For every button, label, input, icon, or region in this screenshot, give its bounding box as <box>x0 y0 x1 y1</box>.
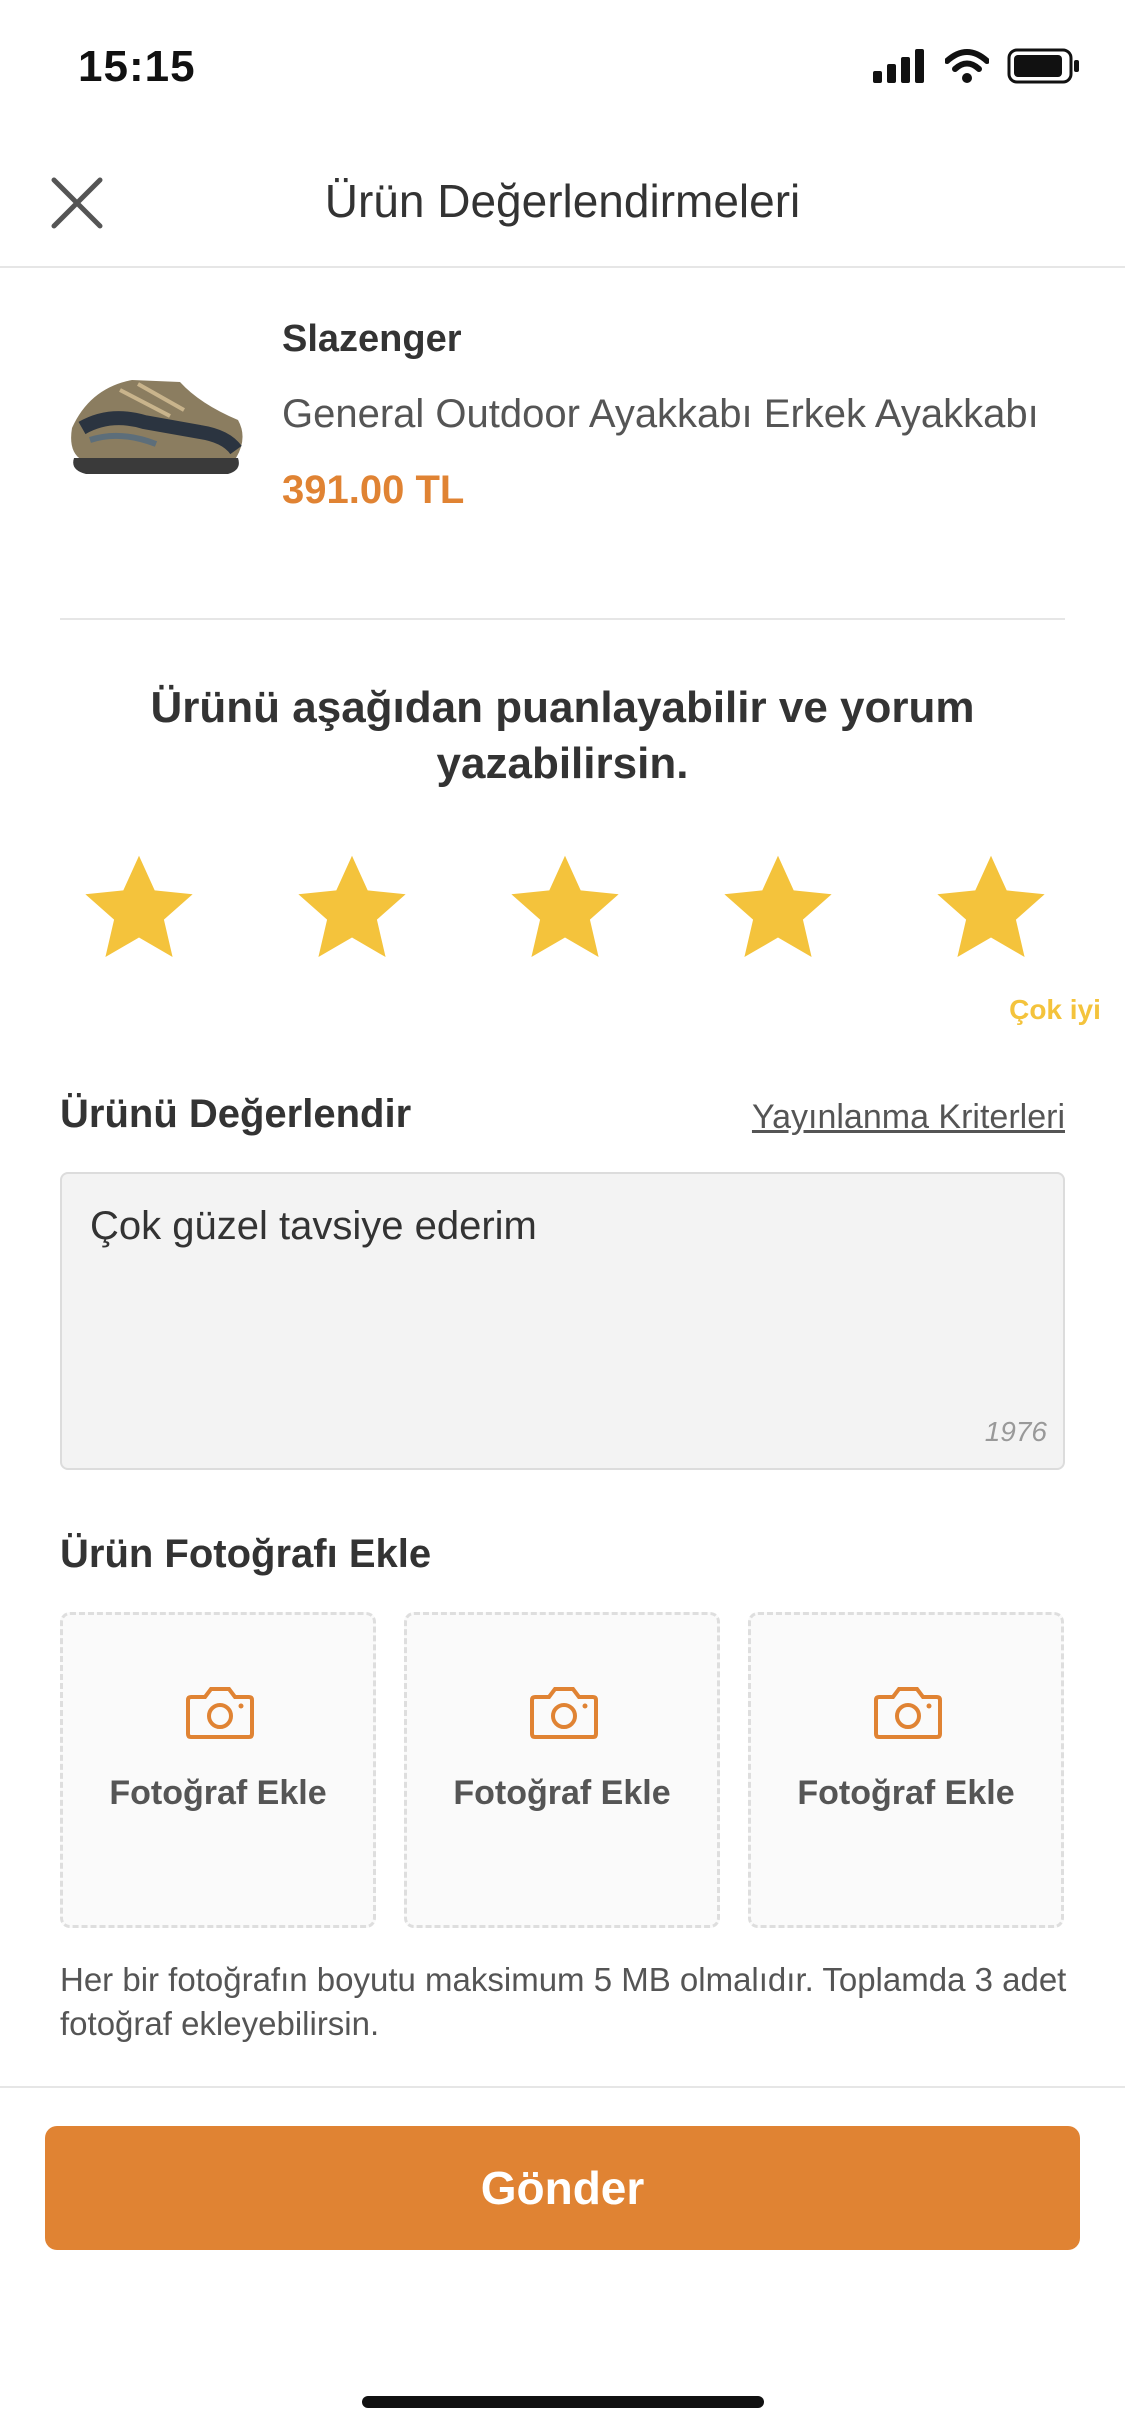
divider <box>0 2086 1125 2088</box>
product-image <box>60 360 250 490</box>
star-icon <box>511 855 619 958</box>
review-screen: 15:15 Ürün Değerlendirmeleri Slazenger G… <box>0 0 1125 2436</box>
rating-prompt: Ürünü aşağıdan puanlayabilir ve yorum ya… <box>150 683 975 788</box>
star-5-button[interactable] <box>926 846 1056 976</box>
camera-icon <box>874 1687 942 1739</box>
status-time: 15:15 <box>78 42 196 91</box>
star-2-button[interactable] <box>287 846 417 976</box>
star-icon <box>937 855 1045 958</box>
star-1-button[interactable] <box>74 846 204 976</box>
status-icons <box>873 48 1081 89</box>
page-title: Ürün Değerlendirmeleri <box>324 175 801 227</box>
navigation-header: Ürün Değerlendirmeleri <box>0 140 1125 268</box>
product-summary: Slazenger General Outdoor Ayakkabı Erkek… <box>60 300 1065 620</box>
status-bar: 15:15 <box>0 0 1125 140</box>
star-3-button[interactable] <box>500 846 630 976</box>
star-rating: Çok iyi <box>60 846 1101 1025</box>
photo-size-hint: Her bir fotoğrafın boyutu maksimum 5 MB … <box>60 1961 1067 2042</box>
add-photo-button-2[interactable]: Fotoğraf Ekle <box>404 1612 720 1928</box>
add-photo-button-1[interactable]: Fotoğraf Ekle <box>60 1612 376 1928</box>
wifi-icon <box>944 49 990 88</box>
battery-icon <box>1007 48 1081 89</box>
star-icon <box>724 855 832 958</box>
home-indicator <box>362 2396 764 2408</box>
product-price: 391.00 TL <box>282 468 465 512</box>
camera-icon <box>186 1687 254 1739</box>
rating-caption: Çok iyi <box>1009 994 1101 1025</box>
add-photo-button-3[interactable]: Fotoğraf Ekle <box>748 1612 1064 1928</box>
add-photo-label: Fotoğraf Ekle <box>797 1774 1015 1812</box>
divider <box>60 618 1065 620</box>
camera-icon <box>530 1687 598 1739</box>
review-text: Çok güzel tavsiye ederim <box>90 1204 537 1248</box>
character-counter: 1976 <box>984 1416 1047 1447</box>
review-section-title: Ürünü Değerlendir <box>60 1092 412 1136</box>
publishing-criteria-link[interactable]: Yayınlanma Kriterleri <box>752 1098 1065 1137</box>
product-brand: Slazenger <box>282 318 462 360</box>
review-textarea[interactable]: Çok güzel tavsiye ederim 1976 <box>60 1172 1065 1470</box>
product-name: General Outdoor Ayakkabı Erkek Ayakkabı <box>282 392 1039 436</box>
add-photo-label: Fotoğraf Ekle <box>109 1774 327 1812</box>
submit-button[interactable]: Gönder <box>45 2126 1080 2250</box>
star-icon <box>85 855 193 958</box>
star-4-button[interactable] <box>713 846 843 976</box>
star-icon <box>298 855 406 958</box>
photo-section-title: Ürün Fotoğrafı Ekle <box>60 1532 432 1576</box>
signal-icon <box>873 49 927 88</box>
add-photo-label: Fotoğraf Ekle <box>453 1774 671 1812</box>
